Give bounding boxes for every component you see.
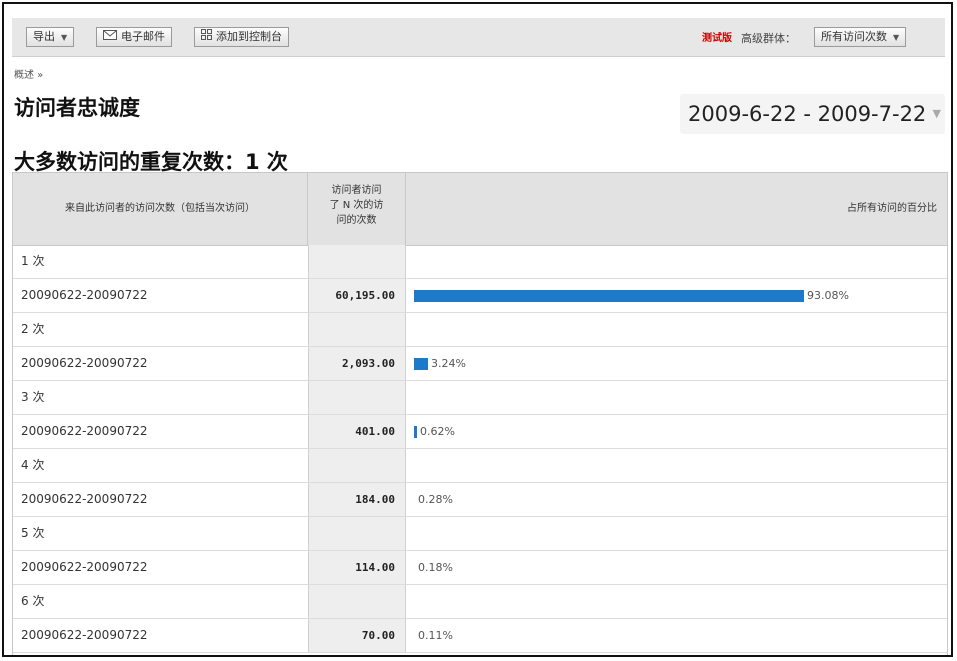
percent-label: 3.24%	[431, 357, 466, 370]
group-label: 2 次	[21, 322, 45, 336]
percent-bar	[414, 358, 428, 370]
date-range-cell: 20090622-20090722	[21, 288, 148, 302]
percent-cell: 0.62%	[406, 415, 947, 448]
segment-select[interactable]: 所有访问次数 ▼	[814, 27, 907, 47]
percent-cell: 93.08%	[406, 279, 947, 312]
table-row: 20090622-20090722 60,195.00 93.08%	[13, 279, 947, 313]
segment-label: 高级群体：	[741, 32, 796, 45]
count-value: 70.00	[308, 619, 406, 652]
group-row: 6 次	[13, 585, 947, 619]
email-label: 电子邮件	[121, 30, 165, 43]
group-label: 5 次	[21, 526, 45, 540]
date-range-cell: 20090622-20090722	[21, 356, 148, 370]
group-label: 1 次	[21, 254, 45, 268]
dashboard-label: 添加到控制台	[216, 30, 282, 43]
percent-bar	[414, 290, 804, 302]
col-count-header-line: 问的次数	[336, 215, 377, 226]
group-label: 3 次	[21, 390, 45, 404]
chevron-down-icon: ▼	[893, 33, 900, 42]
col-count-header-line: 访问者访问	[331, 185, 382, 196]
percent-label: 0.62%	[420, 425, 455, 438]
count-cell	[308, 381, 406, 414]
envelope-icon	[103, 28, 117, 46]
date-range-picker[interactable]: 2009-6-22 - 2009-7-22 ▼	[680, 94, 945, 134]
col-percent-header[interactable]: 占所有访问的百分比	[406, 173, 947, 245]
count-value: 184.00	[308, 483, 406, 516]
export-label: 导出	[33, 30, 55, 43]
percent-label: 0.28%	[418, 493, 453, 506]
percent-cell	[406, 245, 947, 278]
percent-cell	[406, 313, 947, 346]
percent-cell	[406, 449, 947, 482]
percent-bar	[414, 426, 417, 438]
toolbar: 导出 ▼ 电子邮件 添加到控制台 测试版 高级群体： 所有访问次数 ▼	[12, 18, 945, 57]
add-to-dashboard-button[interactable]: 添加到控制台	[194, 27, 289, 47]
percent-label: 0.11%	[418, 629, 453, 642]
percent-cell: 0.11%	[406, 619, 947, 652]
group-label: 6 次	[21, 594, 45, 608]
table-row: 20090622-20090722 2,093.00 3.24%	[13, 347, 947, 381]
date-range-cell: 20090622-20090722	[21, 492, 148, 506]
count-value: 2,093.00	[308, 347, 406, 380]
segment-value: 所有访问次数	[821, 30, 887, 43]
grid-icon	[201, 28, 212, 46]
percent-cell	[406, 585, 947, 618]
table-row: 20090622-20090722 114.00 0.18%	[13, 551, 947, 585]
count-cell	[308, 313, 406, 346]
percent-cell	[406, 381, 947, 414]
date-range-cell: 20090622-20090722	[21, 560, 148, 574]
group-row: 5 次	[13, 517, 947, 551]
loyalty-table: 来自此访问者的访问次数（包括当次访问） 访问者访问 了 N 次的访 问的次数 占…	[12, 172, 948, 655]
group-row: 1 次	[13, 245, 947, 279]
percent-cell: 0.28%	[406, 483, 947, 516]
percent-cell: 0.18%	[406, 551, 947, 584]
export-button[interactable]: 导出 ▼	[26, 27, 75, 47]
chevron-down-icon: ▼	[61, 33, 68, 42]
count-value: 60,195.00	[308, 279, 406, 312]
table-header: 来自此访问者的访问次数（包括当次访问） 访问者访问 了 N 次的访 问的次数 占…	[13, 173, 947, 246]
beta-badge: 测试版	[702, 33, 732, 44]
count-cell	[308, 449, 406, 482]
percent-cell: 3.24%	[406, 347, 947, 380]
col-count-header[interactable]: 访问者访问 了 N 次的访 问的次数	[308, 173, 406, 245]
breadcrumb[interactable]: 概述 »	[14, 66, 43, 81]
col-visits-header[interactable]: 来自此访问者的访问次数（包括当次访问）	[13, 173, 308, 245]
count-cell	[308, 585, 406, 618]
chevron-down-icon: ▼	[932, 107, 941, 120]
count-value: 401.00	[308, 415, 406, 448]
date-range-cell: 20090622-20090722	[21, 424, 148, 438]
table-row: 20090622-20090722 70.00 0.11%	[13, 619, 947, 653]
date-range-cell: 20090622-20090722	[21, 628, 148, 642]
count-value: 114.00	[308, 551, 406, 584]
table-row: 20090622-20090722 184.00 0.28%	[13, 483, 947, 517]
group-row: 3 次	[13, 381, 947, 415]
email-button[interactable]: 电子邮件	[96, 27, 172, 47]
group-row: 4 次	[13, 449, 947, 483]
col-count-header-line: 了 N 次的访	[329, 200, 384, 211]
group-label: 4 次	[21, 458, 45, 472]
table-row: 20090622-20090722 401.00 0.62%	[13, 415, 947, 449]
percent-label: 93.08%	[807, 289, 849, 302]
date-range-text: 2009-6-22 - 2009-7-22	[688, 102, 927, 126]
group-row: 2 次	[13, 313, 947, 347]
page-title: 访问者忠诚度	[14, 96, 140, 120]
report-frame: 导出 ▼ 电子邮件 添加到控制台 测试版 高级群体： 所有访问次数 ▼ 概述 » 访…	[2, 2, 953, 657]
percent-label: 0.18%	[418, 561, 453, 574]
count-cell	[308, 517, 406, 550]
count-cell	[308, 245, 406, 278]
percent-cell	[406, 517, 947, 550]
